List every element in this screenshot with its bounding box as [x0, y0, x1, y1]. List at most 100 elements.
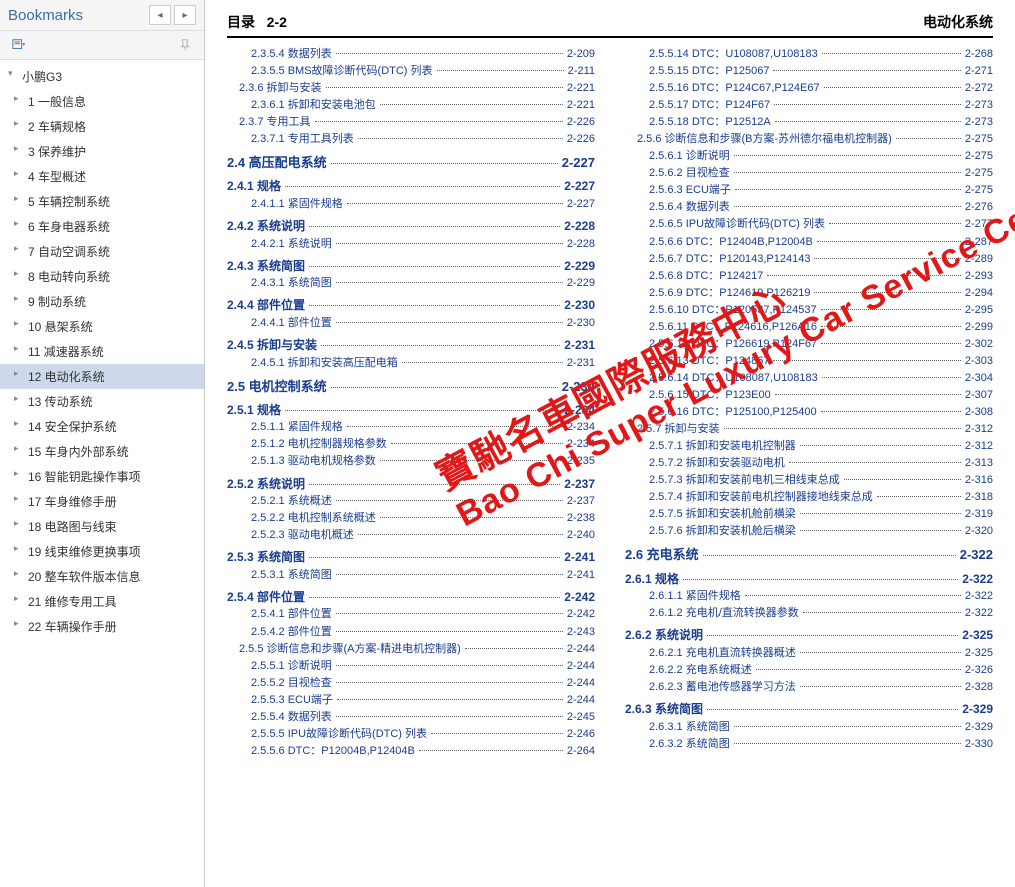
toc-entry[interactable]: 2.5.7.1 拆卸和安装电机控制器2-312: [625, 438, 993, 455]
toc-entry[interactable]: 2.5.6.13 DTC：P1248672-303: [625, 353, 993, 370]
toc-entry[interactable]: 2.5.6.1 诊断说明2-275: [625, 148, 993, 165]
toc-entry[interactable]: 2.4.5 拆卸与安装2-231: [227, 336, 595, 355]
toc-entry[interactable]: 2.5.6.3 ECU端子2-275: [625, 182, 993, 199]
tree-item-12[interactable]: 12 电动化系统: [0, 364, 204, 389]
toc-entry[interactable]: 2.5.6.15 DTC：P123E002-307: [625, 387, 993, 404]
toc-entry[interactable]: 2.5.2 系统说明2-237: [227, 475, 595, 494]
pin-icon[interactable]: [174, 35, 196, 55]
toc-entry[interactable]: 2.5.4.2 部件位置2-243: [227, 624, 595, 641]
toc-entry[interactable]: 2.5.4.1 部件位置2-242: [227, 606, 595, 623]
toc-entry[interactable]: 2.5.7 拆卸与安装2-312: [625, 421, 993, 438]
toc-entry[interactable]: 2.5.6.9 DTC：P124619,P1262192-294: [625, 285, 993, 302]
toc-entry[interactable]: 2.5.7.6 拆卸和安装机舱后横梁2-320: [625, 523, 993, 540]
toc-entry[interactable]: 2.5.2.2 电机控制系统概述2-238: [227, 510, 595, 527]
toc-entry[interactable]: 2.5.5.4 数据列表2-245: [227, 709, 595, 726]
toc-entry[interactable]: 2.4.2.1 系统说明2-228: [227, 236, 595, 253]
toc-entry[interactable]: 2.6.2.2 充电系统概述2-326: [625, 662, 993, 679]
toc-entry[interactable]: 2.5.5.17 DTC：P124F672-273: [625, 97, 993, 114]
toc-entry[interactable]: 2.5.2.3 驱动电机概述2-240: [227, 527, 595, 544]
toc-entry[interactable]: 2.5.6.10 DTC：P120537,P1245372-295: [625, 302, 993, 319]
toc-entry[interactable]: 2.4.1.1 紧固件规格2-227: [227, 196, 595, 213]
toc-entry[interactable]: 2.5.5 诊断信息和步骤(A方案-精进电机控制器)2-244: [227, 641, 595, 658]
toc-entry[interactable]: 2.5.6.5 IPU故障诊断代码(DTC) 列表2-277: [625, 216, 993, 233]
toc-entry[interactable]: 2.5.4 部件位置2-242: [227, 588, 595, 607]
toc-entry[interactable]: 2.5.7.3 拆卸和安装前电机三相线束总成2-316: [625, 472, 993, 489]
toc-entry[interactable]: 2.6.3 系统简图2-329: [625, 700, 993, 719]
toc-entry[interactable]: 2.5.1.3 驱动电机规格参数2-235: [227, 453, 595, 470]
tree-item-0[interactable]: 小鹏G3: [0, 64, 204, 89]
tree-item-20[interactable]: 20 整车软件版本信息: [0, 564, 204, 589]
tree-item-17[interactable]: 17 车身维修手册: [0, 489, 204, 514]
toc-entry[interactable]: 2.3.7 专用工具2-226: [227, 114, 595, 131]
toc-entry[interactable]: 2.5.1.2 电机控制器规格参数2-234: [227, 436, 595, 453]
toc-entry[interactable]: 2.6.3.1 系统简图2-329: [625, 719, 993, 736]
tree-item-10[interactable]: 10 悬架系统: [0, 314, 204, 339]
tree-item-3[interactable]: 3 保养维护: [0, 139, 204, 164]
nav-prev-button[interactable]: ◂: [149, 5, 171, 25]
bookmarks-tree[interactable]: 小鹏G31 一般信息2 车辆规格3 保养维护4 车型概述5 车辆控制系统6 车身…: [0, 60, 204, 887]
toc-entry[interactable]: 2.4.5.1 拆卸和安装高压配电箱2-231: [227, 355, 595, 372]
tree-item-19[interactable]: 19 线束维修更换事项: [0, 539, 204, 564]
toc-entry[interactable]: 2.5.5.2 目视检查2-244: [227, 675, 595, 692]
toc-entry[interactable]: 2.5.6.12 DTC：P126619,P124F672-302: [625, 336, 993, 353]
toc-entry[interactable]: 2.5.7.5 拆卸和安装机舱前横梁2-319: [625, 506, 993, 523]
tree-item-22[interactable]: 22 车辆操作手册: [0, 614, 204, 639]
toc-entry[interactable]: 2.6.1.2 充电机/直流转换器参数2-322: [625, 605, 993, 622]
toc-entry[interactable]: 2.5.6.7 DTC：P120143,P1241432-289: [625, 251, 993, 268]
tree-item-4[interactable]: 4 车型概述: [0, 164, 204, 189]
toc-entry[interactable]: 2.5.7.2 拆卸和安装驱动电机2-313: [625, 455, 993, 472]
toc-entry[interactable]: 2.4 高压配电系统2-227: [227, 153, 595, 173]
toc-entry[interactable]: 2.5.5.16 DTC：P124C67,P124E672-272: [625, 80, 993, 97]
toc-entry[interactable]: 2.3.5.4 数据列表2-209: [227, 46, 595, 63]
tree-item-16[interactable]: 16 智能钥匙操作事项: [0, 464, 204, 489]
toc-entry[interactable]: 2.5.5.18 DTC：P12512A2-273: [625, 114, 993, 131]
tree-item-15[interactable]: 15 车身内外部系统: [0, 439, 204, 464]
tree-item-1[interactable]: 1 一般信息: [0, 89, 204, 114]
toc-entry[interactable]: 2.6.2.3 蓄电池传感器学习方法2-328: [625, 679, 993, 696]
tree-item-13[interactable]: 13 传动系统: [0, 389, 204, 414]
toc-entry[interactable]: 2.6 充电系统2-322: [625, 545, 993, 565]
toc-entry[interactable]: 2.4.4.1 部件位置2-230: [227, 315, 595, 332]
toc-entry[interactable]: 2.4.4 部件位置2-230: [227, 296, 595, 315]
toc-entry[interactable]: 2.5.5.15 DTC：P1250672-271: [625, 63, 993, 80]
toc-entry[interactable]: 2.5.6.8 DTC：P1242172-293: [625, 268, 993, 285]
toc-entry[interactable]: 2.5.6 诊断信息和步骤(B方案-苏州德尔福电机控制器)2-275: [625, 131, 993, 148]
toc-entry[interactable]: 2.5.7.4 拆卸和安装前电机控制器接地线束总成2-318: [625, 489, 993, 506]
toc-entry[interactable]: 2.6.2.1 充电机直流转换器概述2-325: [625, 645, 993, 662]
tree-item-8[interactable]: 8 电动转向系统: [0, 264, 204, 289]
toc-entry[interactable]: 2.6.2 系统说明2-325: [625, 626, 993, 645]
tree-item-14[interactable]: 14 安全保护系统: [0, 414, 204, 439]
toc-entry[interactable]: 2.3.5.5 BMS故障诊断代码(DTC) 列表2-211: [227, 63, 595, 80]
toc-entry[interactable]: 2.5.6.6 DTC：P12404B,P12004B2-287: [625, 234, 993, 251]
toc-entry[interactable]: 2.5.3 系统简图2-241: [227, 548, 595, 567]
tree-item-7[interactable]: 7 自动空调系统: [0, 239, 204, 264]
toc-entry[interactable]: 2.5 电机控制系统2-234: [227, 377, 595, 397]
tree-item-11[interactable]: 11 减速器系统: [0, 339, 204, 364]
toc-entry[interactable]: 2.5.1.1 紧固件规格2-234: [227, 419, 595, 436]
toc-entry[interactable]: 2.4.2 系统说明2-228: [227, 217, 595, 236]
toc-entry[interactable]: 2.5.2.1 系统概述2-237: [227, 493, 595, 510]
toc-entry[interactable]: 2.4.3.1 系统简图2-229: [227, 275, 595, 292]
tree-item-21[interactable]: 21 维修专用工具: [0, 589, 204, 614]
toc-entry[interactable]: 2.3.6 拆卸与安装2-221: [227, 80, 595, 97]
toc-entry[interactable]: 2.5.5.3 ECU端子2-244: [227, 692, 595, 709]
toc-entry[interactable]: 2.5.3.1 系统简图2-241: [227, 567, 595, 584]
options-menu-button[interactable]: [8, 35, 30, 55]
toc-entry[interactable]: 2.5.6.4 数据列表2-276: [625, 199, 993, 216]
toc-entry[interactable]: 2.3.6.1 拆卸和安装电池包2-221: [227, 97, 595, 114]
toc-entry[interactable]: 2.6.3.2 系统简图2-330: [625, 736, 993, 753]
tree-item-5[interactable]: 5 车辆控制系统: [0, 189, 204, 214]
toc-entry[interactable]: 2.5.5.5 IPU故障诊断代码(DTC) 列表2-246: [227, 726, 595, 743]
toc-entry[interactable]: 2.5.6.2 目视检查2-275: [625, 165, 993, 182]
toc-entry[interactable]: 2.5.6.16 DTC：P125100,P1254002-308: [625, 404, 993, 421]
nav-next-button[interactable]: ▸: [174, 5, 196, 25]
tree-item-2[interactable]: 2 车辆规格: [0, 114, 204, 139]
toc-entry[interactable]: 2.5.5.14 DTC：U108087,U1081832-268: [625, 46, 993, 63]
toc-entry[interactable]: 2.4.3 系统简图2-229: [227, 257, 595, 276]
tree-item-6[interactable]: 6 车身电器系统: [0, 214, 204, 239]
tree-item-18[interactable]: 18 电路图与线束: [0, 514, 204, 539]
toc-entry[interactable]: 2.5.5.6 DTC：P12004B,P12404B2-264: [227, 743, 595, 760]
toc-entry[interactable]: 2.6.1.1 紧固件规格2-322: [625, 588, 993, 605]
toc-entry[interactable]: 2.3.7.1 专用工具列表2-226: [227, 131, 595, 148]
toc-entry[interactable]: 2.5.6.14 DTC：U108087,U1081832-304: [625, 370, 993, 387]
